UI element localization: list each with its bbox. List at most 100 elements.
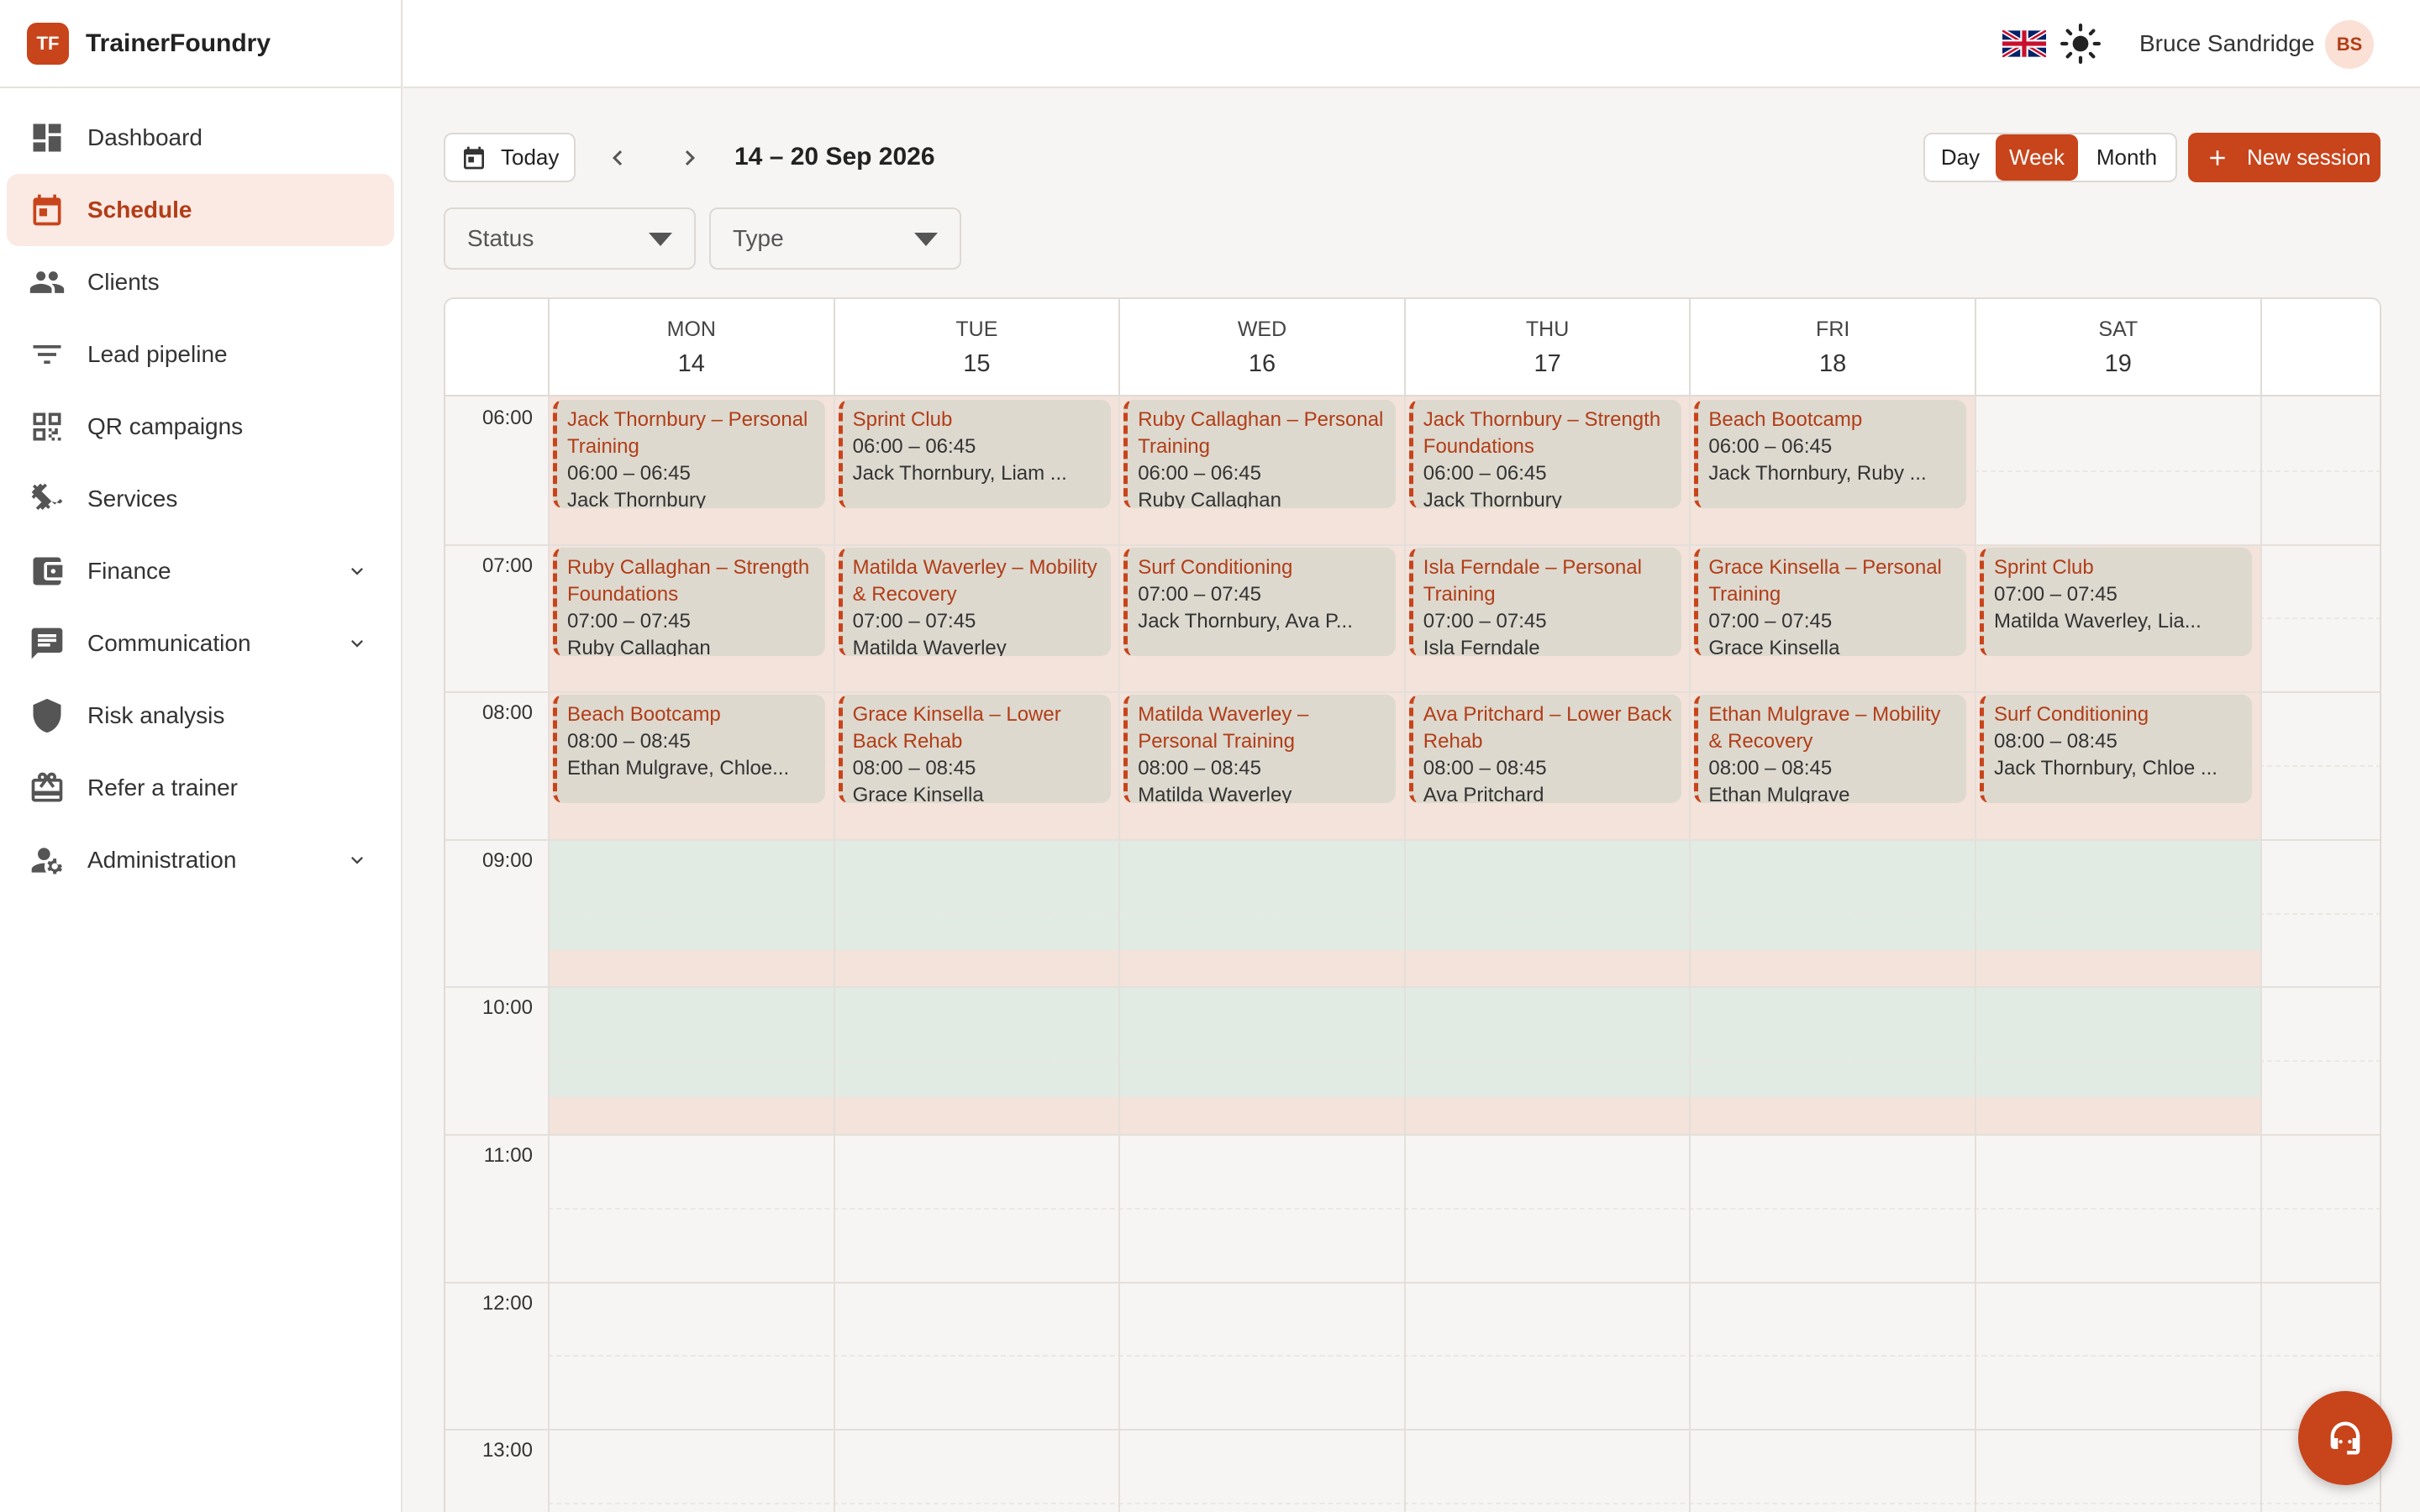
hour-label: 13:00: [481, 1439, 533, 1462]
sidebar-item-refer-a-trainer[interactable]: Refer a trainer: [7, 752, 394, 824]
sidebar-item-communication[interactable]: Communication: [7, 607, 394, 680]
view-week-button[interactable]: Week: [1996, 134, 2078, 181]
session-event[interactable]: Surf Conditioning 07:00 – 07:45 Jack Thorn…: [1123, 547, 1397, 656]
day-header-tue[interactable]: TUE 15: [833, 299, 1119, 396]
session-time: 06:00 – 06:45: [1708, 435, 1833, 458]
chevron-left-icon: [613, 150, 623, 165]
dropdown-arrow-icon: [649, 233, 672, 246]
sun-icon[interactable]: [2060, 23, 2102, 65]
chevron-right-icon: [685, 150, 695, 165]
sidebar-nav: Dashboard Schedule Clients Lead pipeline QR …: [0, 88, 401, 896]
session-title: Beach Bootcamp: [567, 703, 721, 727]
session-participants: Matilda Waverley: [852, 636, 1007, 656]
session-title: Ruby Callaghan – Personal Training: [1138, 408, 1384, 458]
day-header-mon[interactable]: MON 14: [548, 299, 834, 396]
day-name: SUN: [2262, 318, 2380, 342]
session-event[interactable]: Jack Thornbury – Personal Training 06:00 …: [553, 400, 825, 508]
session-participants: Ruby Callaghan: [567, 636, 711, 656]
calendar-header: MON 14 TUE 15 WED 16 THU 17 FRI 18 SAT 19 SUN 20: [445, 299, 2380, 396]
day-name: TUE: [955, 318, 998, 341]
chevron-down-icon[interactable]: [345, 559, 369, 583]
sidebar-item-risk-analysis[interactable]: Risk analysis: [7, 680, 394, 752]
sidebar-item-finance[interactable]: Finance: [7, 535, 394, 607]
user-gear-icon: [29, 842, 66, 879]
uk-flag-icon[interactable]: [2002, 30, 2046, 57]
avatar[interactable]: BS: [2325, 20, 2374, 69]
session-event[interactable]: Beach Bootcamp 06:00 – 06:45 Jack Thornbur…: [1694, 400, 1967, 508]
chevron-down-icon[interactable]: [345, 632, 369, 655]
session-title: Sprint Club: [1994, 555, 2094, 579]
day-header-thu[interactable]: THU 17: [1403, 299, 1690, 396]
hour-line: [445, 543, 2380, 546]
session-event[interactable]: Grace Kinsella – Lower Back Rehab 08:00 –…: [838, 695, 1111, 804]
day-header-sun[interactable]: SUN 20: [2260, 299, 2380, 396]
sidebar-item-dashboard[interactable]: Dashboard: [7, 102, 394, 174]
session-event[interactable]: Matilda Waverley – Personal Training 08:0…: [1123, 695, 1397, 804]
fitness-icon: [29, 480, 66, 517]
session-event[interactable]: Beach Bootcamp 08:00 – 08:45 Ethan Mulgrav…: [553, 695, 825, 804]
day-header-fri[interactable]: FRI 18: [1689, 299, 1975, 396]
session-participants: Ethan Mulgrave: [1708, 784, 1850, 804]
session-event[interactable]: Ruby Callaghan – Personal Training 06:00 …: [1123, 400, 1397, 508]
session-event[interactable]: Jack Thornbury – Strength Foundations 06:…: [1408, 400, 1681, 508]
sidebar-item-administration[interactable]: Administration: [7, 824, 394, 896]
sidebar-item-services[interactable]: Services: [7, 463, 394, 535]
session-participants: Jack Thornbury: [1423, 489, 1562, 508]
calendar-grid[interactable]: 06:00 07:00 08:00 09:00 10:00 11:00 12:00 13:00…: [445, 396, 2380, 1512]
session-event[interactable]: Isla Ferndale – Personal Training 07:00 –…: [1408, 547, 1681, 656]
session-event[interactable]: Ruby Callaghan – Strength Foundations 07:…: [553, 547, 825, 656]
session-title: Surf Conditioning: [1994, 703, 2149, 727]
session-event[interactable]: Matilda Waverley – Mobility & Recovery 07…: [838, 547, 1111, 656]
session-participants: Isla Ferndale: [1423, 636, 1540, 656]
hour-label: 10:00: [481, 996, 533, 1020]
session-title: Grace Kinsella – Personal Training: [1708, 555, 1942, 606]
day-name: WED: [1237, 318, 1287, 341]
new-session-button[interactable]: New session: [2188, 133, 2381, 182]
status-filter[interactable]: Status: [444, 207, 696, 270]
hour-line: [445, 1134, 2380, 1136]
chevron-down-icon[interactable]: [345, 848, 369, 872]
day-column-divider: [1689, 396, 1691, 1512]
today-label: Today: [501, 144, 560, 170]
session-title: Sprint Club: [852, 408, 953, 431]
session-event[interactable]: Sprint Club 07:00 – 07:45 Matilda Waverley…: [1980, 547, 2252, 656]
top-bar: Bruce Sandridge BS: [403, 0, 2420, 88]
type-filter[interactable]: Type: [709, 207, 961, 270]
half-hour-line: [548, 1355, 2380, 1357]
session-event[interactable]: Ethan Mulgrave – Mobility & Recovery 08:0…: [1694, 695, 1967, 804]
date-range: 14 – 20 Sep 2026: [734, 143, 935, 171]
sidebar-item-lead-pipeline[interactable]: Lead pipeline: [7, 318, 394, 391]
session-title: Ethan Mulgrave – Mobility & Recovery: [1708, 703, 1941, 753]
session-event[interactable]: Ava Pritchard – Lower Back Rehab 08:00 – …: [1408, 695, 1681, 804]
session-participants: Matilda Waverley, Lia...: [1994, 609, 2202, 633]
previous-week-button[interactable]: [599, 139, 636, 176]
session-participants: Ethan Mulgrave, Chloe...: [567, 757, 790, 780]
day-header-sat[interactable]: SAT 19: [1975, 299, 2260, 396]
new-session-label: New session: [2247, 144, 2371, 170]
session-participants: Jack Thornbury: [567, 489, 706, 508]
session-event[interactable]: Sprint Club 06:00 – 06:45 Jack Thornbury, …: [838, 400, 1111, 508]
today-button[interactable]: Today: [444, 133, 576, 182]
session-event[interactable]: Surf Conditioning 08:00 – 08:45 Jack Thorn…: [1980, 695, 2252, 804]
session-event[interactable]: Grace Kinsella – Personal Training 07:00 …: [1694, 547, 1967, 656]
day-number: 14: [677, 350, 705, 377]
sidebar-item-qr-campaigns[interactable]: QR campaigns: [7, 391, 394, 463]
session-title: Isla Ferndale – Personal Training: [1423, 555, 1642, 606]
next-week-button[interactable]: [671, 139, 708, 176]
view-month-button[interactable]: Month: [2078, 134, 2175, 181]
day-column-divider: [1118, 396, 1121, 1512]
day-header-wed[interactable]: WED 16: [1118, 299, 1404, 396]
sidebar-item-clients[interactable]: Clients: [7, 246, 394, 318]
session-time: 06:00 – 06:45: [567, 462, 691, 485]
session-time: 07:00 – 07:45: [567, 609, 691, 633]
session-participants: Matilda Waverley: [1138, 784, 1292, 804]
shield-icon: [29, 697, 66, 734]
brand[interactable]: TF TrainerFoundry: [0, 0, 401, 88]
session-title: Matilda Waverley – Personal Training: [1138, 703, 1309, 753]
brand-logo: TF: [27, 22, 69, 65]
sidebar-item-schedule[interactable]: Schedule: [7, 174, 394, 246]
calendar-today-icon: [464, 146, 484, 169]
view-day-button[interactable]: Day: [1925, 134, 1996, 181]
user-name[interactable]: Bruce Sandridge: [2139, 30, 2315, 57]
help-button[interactable]: [2298, 1391, 2392, 1485]
